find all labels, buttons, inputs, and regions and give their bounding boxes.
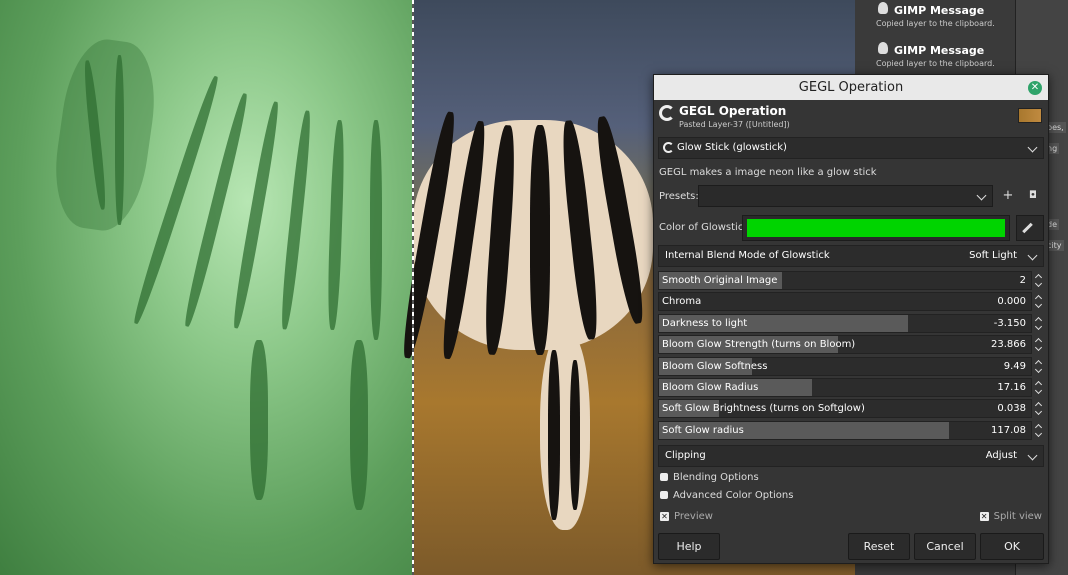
slider-label: Bloom Glow Strength (turns on Bloom) <box>662 339 856 350</box>
spin-button[interactable] <box>1034 314 1044 333</box>
expander-icon <box>660 473 668 481</box>
slider-row[interactable]: Chroma 0.000 <box>658 292 1032 311</box>
slider-label: Soft Glow radius <box>662 425 744 436</box>
operation-selector[interactable]: Glow Stick (glowstick) <box>658 137 1044 159</box>
slider-row[interactable]: Soft Glow radius 117.08 <box>658 421 1032 440</box>
spin-button[interactable] <box>1034 292 1044 311</box>
lightbulb-icon <box>878 2 888 14</box>
chevron-down-icon <box>1034 429 1043 438</box>
chevron-down-icon <box>1034 407 1043 416</box>
dialog-titlebar[interactable]: GEGL Operation ✕ <box>654 75 1048 100</box>
spin-button[interactable] <box>1034 271 1044 290</box>
chevron-down-icon <box>1034 343 1043 352</box>
eyedropper-icon <box>1022 222 1033 234</box>
slider-label: Bloom Glow Softness <box>662 361 768 372</box>
slider-row[interactable]: Bloom Glow Radius 17.16 <box>658 378 1032 397</box>
slider-value: 17.16 <box>997 382 1026 393</box>
layer-name: Pasted Layer-37 ([Untitled]) <box>679 120 790 129</box>
chevron-down-icon <box>1034 300 1043 309</box>
color-label: Color of Glowstick <box>659 222 750 233</box>
presets-label: Presets: <box>659 191 699 202</box>
slider-label: Bloom Glow Radius <box>662 382 759 393</box>
chevron-down-icon <box>1034 386 1043 395</box>
gimp-message-1: GIMP Message Copied layer to the clipboa… <box>876 2 995 28</box>
slider-label: Chroma <box>662 296 702 307</box>
slider-row[interactable]: Smooth Original Image 2 <box>658 271 1032 290</box>
spin-button[interactable] <box>1034 357 1044 376</box>
close-icon[interactable]: ✕ <box>1028 81 1042 95</box>
blend-mode-value: Soft Light <box>969 250 1017 261</box>
operation-description: GEGL makes a image neon like a glow stic… <box>659 167 877 178</box>
reset-button[interactable]: Reset <box>848 533 910 560</box>
slider-value: -3.150 <box>993 318 1026 329</box>
blend-mode-selector[interactable]: Internal Blend Mode of Glowstick Soft Li… <box>658 245 1044 267</box>
layer-thumbnail <box>1018 108 1042 123</box>
slider-value: 2 <box>1019 275 1026 286</box>
chevron-down-icon <box>1027 142 1038 153</box>
slider-row[interactable]: Soft Glow Brightness (turns on Softglow)… <box>658 399 1032 418</box>
presets-dropdown[interactable] <box>698 185 993 207</box>
slider-label: Darkness to light <box>662 318 748 329</box>
lightbulb-icon <box>878 42 888 54</box>
clipping-label: Clipping <box>665 450 706 461</box>
chevron-down-icon <box>1027 250 1038 261</box>
clipping-value: Adjust <box>985 450 1017 461</box>
slider-value: 9.49 <box>1003 361 1026 372</box>
cancel-button[interactable]: Cancel <box>914 533 976 560</box>
preset-menu-icon[interactable]: ◘ <box>1024 187 1042 205</box>
color-picker-button[interactable] <box>1016 215 1044 241</box>
preview-checkbox[interactable]: ✕ Preview <box>660 511 713 522</box>
operation-name: Glow Stick (glowstick) <box>677 142 787 153</box>
dialog-title: GEGL Operation <box>798 80 904 95</box>
checkbox-icon: ✕ <box>660 512 669 521</box>
color-button[interactable] <box>742 215 1010 241</box>
add-preset-icon[interactable]: + <box>999 187 1017 205</box>
spin-button[interactable] <box>1034 335 1044 354</box>
split-view-line[interactable] <box>412 0 414 575</box>
spin-button[interactable] <box>1034 421 1044 440</box>
advanced-color-options-expander[interactable]: Advanced Color Options <box>660 490 793 501</box>
checkbox-icon: ✕ <box>979 512 989 521</box>
slider-label: Smooth Original Image <box>662 275 778 286</box>
slider-value: 23.866 <box>991 339 1026 350</box>
spin-button[interactable] <box>1034 378 1044 397</box>
gimp-message-2: GIMP Message Copied layer to the clipboa… <box>876 42 995 68</box>
glowstick-preview-area <box>0 0 413 575</box>
spin-button[interactable] <box>1034 399 1044 418</box>
blending-options-expander[interactable]: Blending Options <box>660 472 759 483</box>
chevron-down-icon <box>1027 450 1038 461</box>
dialog-header: GEGL Operation Pasted Layer-37 ([Untitle… <box>654 100 1048 132</box>
chevron-down-icon <box>1034 279 1043 288</box>
chevron-down-icon <box>1034 365 1043 374</box>
slider-row[interactable]: Bloom Glow Softness 9.49 <box>658 357 1032 376</box>
color-swatch <box>747 219 1005 237</box>
ok-button[interactable]: OK <box>980 533 1044 560</box>
chevron-down-icon <box>976 190 987 201</box>
help-button[interactable]: Help <box>658 533 720 560</box>
expander-icon <box>660 491 668 499</box>
header-title: GEGL Operation <box>679 104 787 118</box>
split-view-checkbox[interactable]: ✕ Split view <box>979 511 1042 522</box>
slider-value: 0.000 <box>997 296 1026 307</box>
slider-row[interactable]: Bloom Glow Strength (turns on Bloom) 23.8… <box>658 335 1032 354</box>
slider-value: 117.08 <box>991 425 1026 436</box>
clipping-selector[interactable]: Clipping Adjust <box>658 445 1044 467</box>
slider-label: Soft Glow Brightness (turns on Softglow) <box>662 403 865 414</box>
gegl-logo-icon <box>659 105 675 121</box>
blend-mode-label: Internal Blend Mode of Glowstick <box>665 250 830 261</box>
slider-row[interactable]: Darkness to light -3.150 <box>658 314 1032 333</box>
gegl-icon <box>663 142 674 153</box>
slider-value: 0.038 <box>997 403 1026 414</box>
gegl-operation-dialog: GEGL Operation ✕ GEGL Operation Pasted L… <box>653 74 1049 564</box>
chevron-down-icon <box>1034 322 1043 331</box>
